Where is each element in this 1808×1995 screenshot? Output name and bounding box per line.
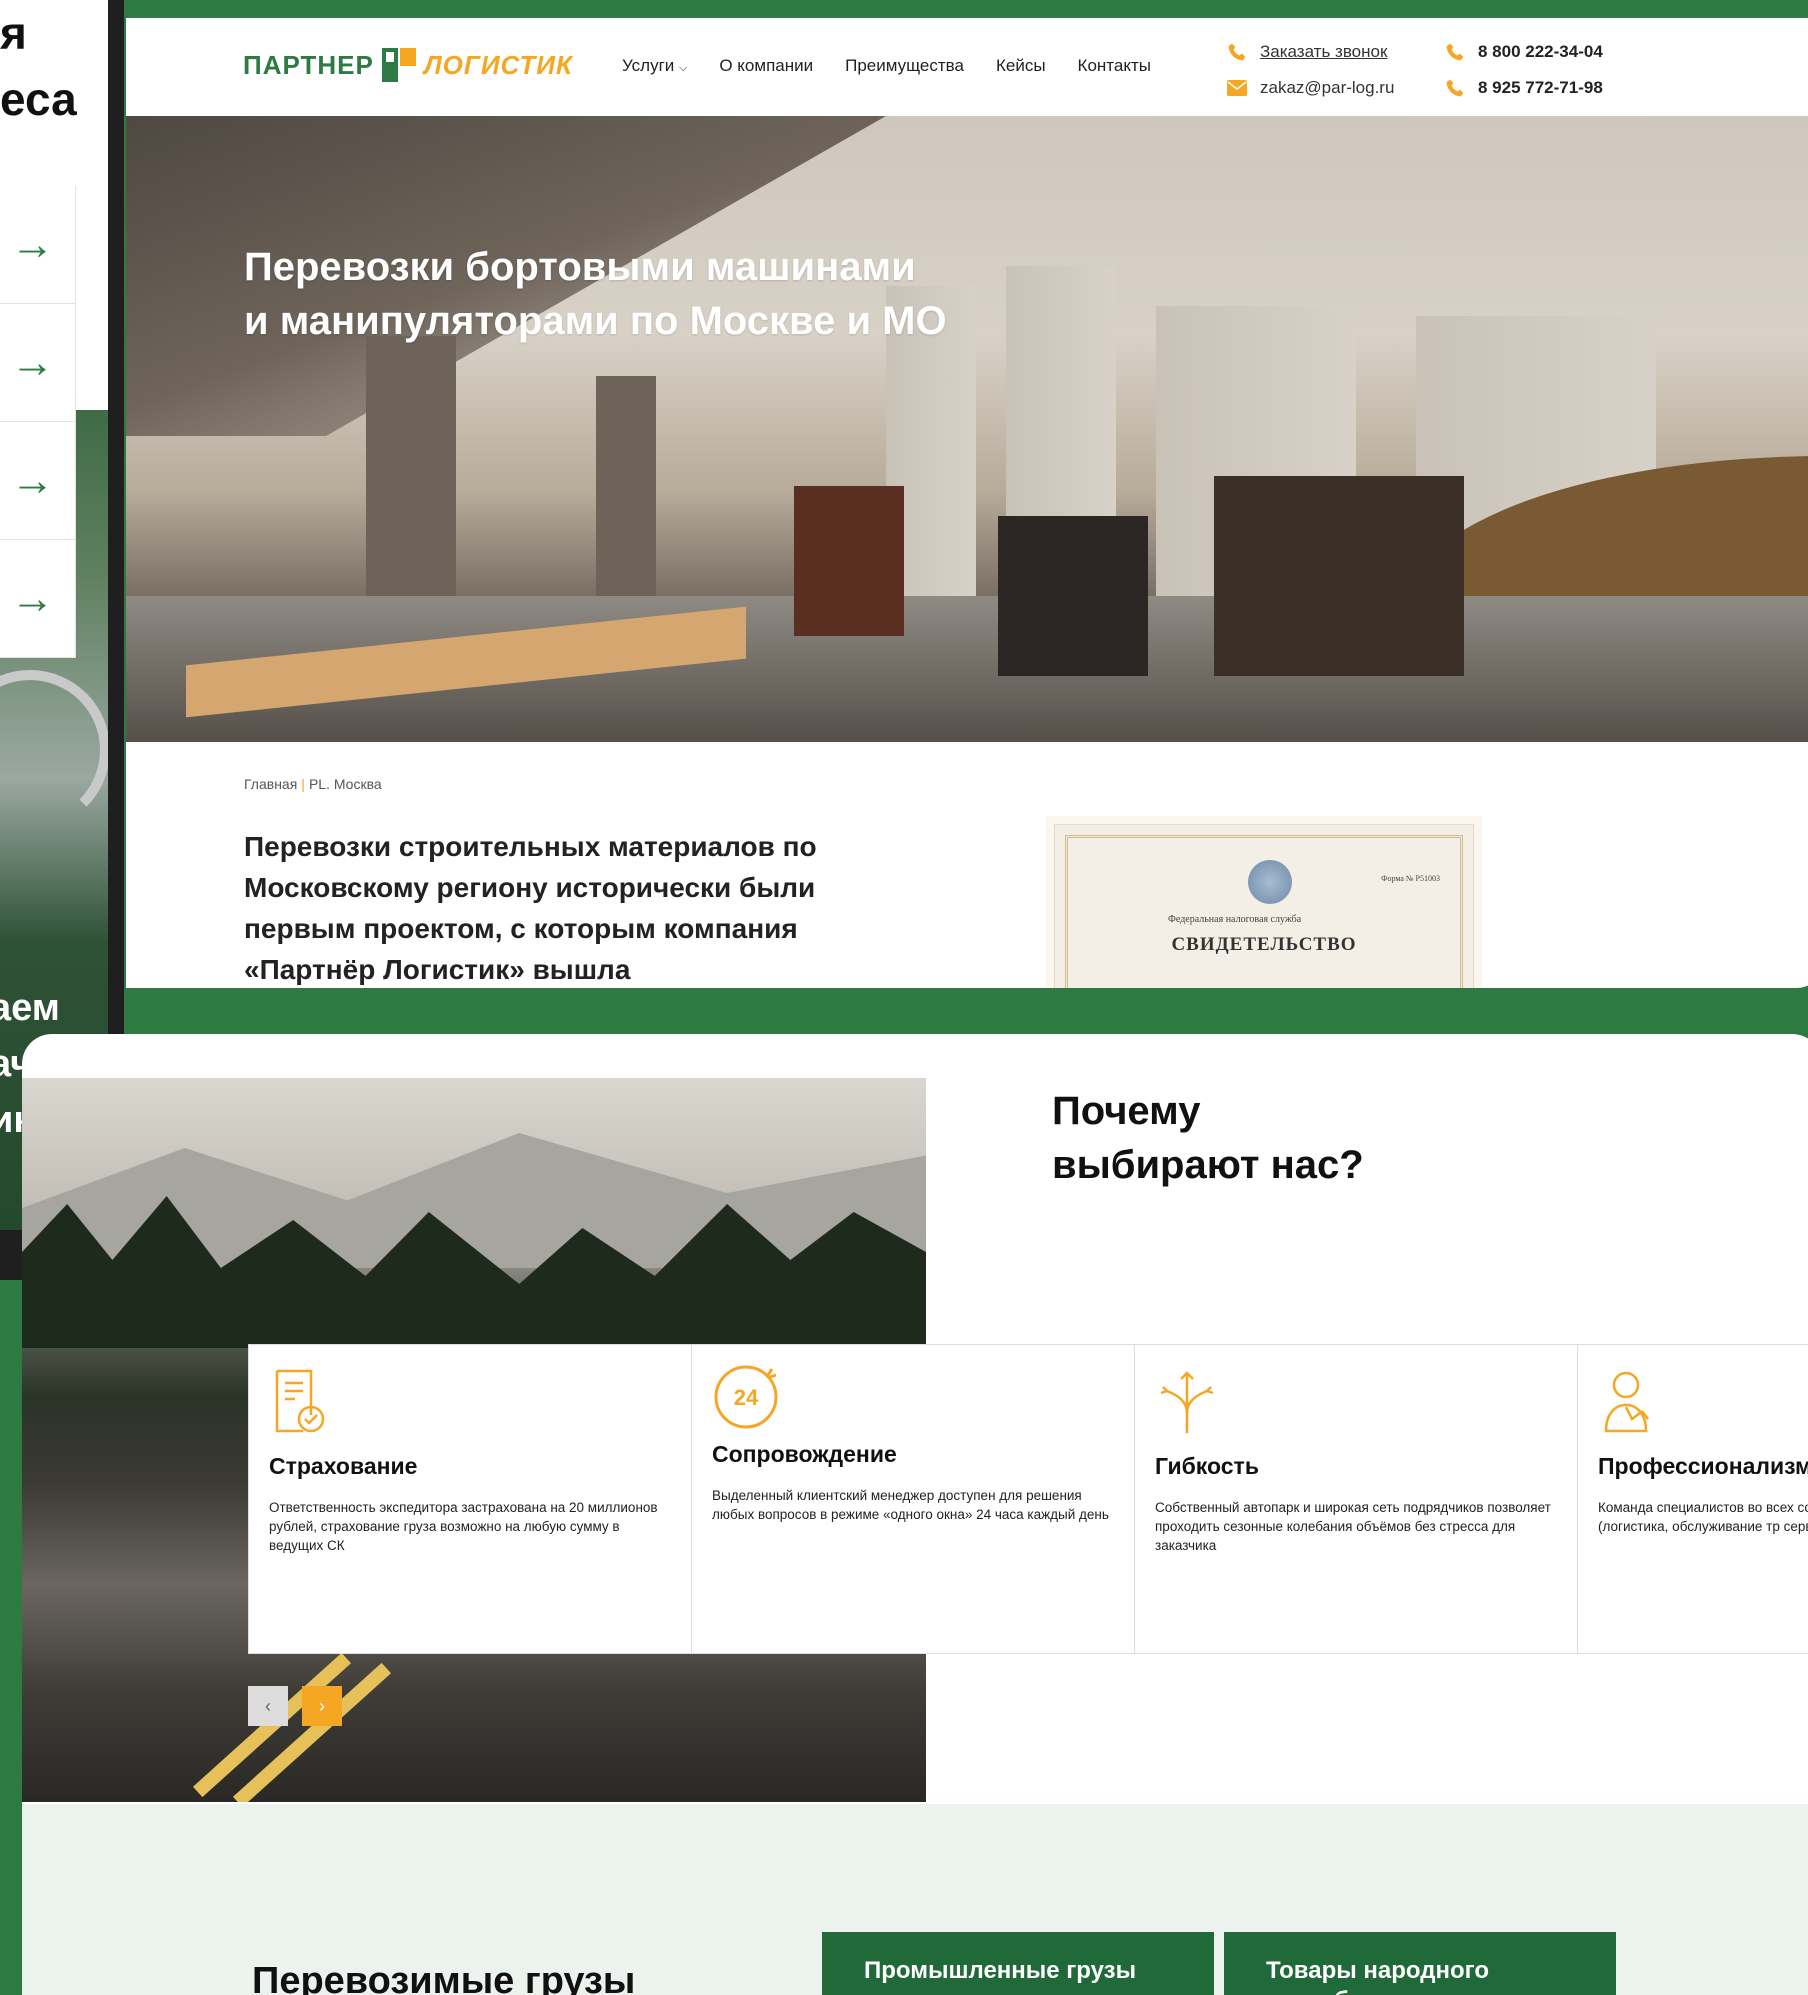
top-page-card: ПАРТНЕР ЛОГИСТИК Услуги ⌵ О компании Пре… bbox=[126, 18, 1808, 988]
cargo-title: Перевозимые грузы bbox=[252, 1960, 636, 1995]
phone-icon bbox=[1444, 77, 1466, 99]
feature-title: Сопровождение bbox=[712, 1441, 897, 1467]
feature-text: Ответственность экспедитора застрахована… bbox=[269, 1500, 658, 1553]
mail-icon bbox=[1226, 77, 1248, 99]
split-arrows-icon bbox=[1155, 1367, 1225, 1437]
features-slider: Страхование Ответственность экспедитора … bbox=[248, 1344, 1808, 1654]
arrow-right-icon[interactable]: → bbox=[0, 422, 76, 540]
certificate-title: СВИДЕТЕЛЬСТВО bbox=[1171, 934, 1357, 955]
cargo-section: Перевозимые грузы Промышленные грузы Тов… bbox=[22, 1804, 1808, 1995]
why-us-title: Почему выбирают нас? bbox=[1052, 1089, 1364, 1187]
left-heading: я еса bbox=[0, 7, 77, 125]
breadcrumb-current: PL. Москва bbox=[308, 776, 382, 792]
feature-title: Профессионализм bbox=[1598, 1453, 1808, 1479]
nav-item-services[interactable]: Услуги ⌵ bbox=[622, 56, 687, 76]
hero-banner: Перевозки бортовыми машинами и манипулят… bbox=[126, 116, 1808, 742]
emblem-icon bbox=[1248, 860, 1292, 904]
callback-link[interactable]: Заказать звонок bbox=[1260, 42, 1387, 62]
breadcrumb-separator: | bbox=[301, 776, 305, 792]
email-link[interactable]: zakaz@par-log.ru bbox=[1260, 78, 1394, 98]
certificate-org: Федеральная налоговая служба bbox=[1168, 914, 1302, 925]
site-header: ПАРТНЕР ЛОГИСТИК Услуги ⌵ О компании Пре… bbox=[126, 18, 1808, 116]
truck-3 bbox=[1214, 476, 1464, 676]
feature-title: Страхование bbox=[269, 1453, 418, 1479]
feature-card-flexibility: Гибкость Собственный автопарк и широкая … bbox=[1134, 1345, 1577, 1653]
specialist-icon bbox=[1598, 1367, 1668, 1437]
certificate-form-number: Форма № Р51003 bbox=[1381, 874, 1440, 883]
truck-2 bbox=[998, 516, 1148, 676]
header-contacts: Заказать звонок zakaz@par-log.ru bbox=[1226, 34, 1394, 106]
phone-number-2[interactable]: 8 925 772-71-98 bbox=[1478, 78, 1603, 98]
slider-prev-button[interactable]: ‹ bbox=[248, 1686, 288, 1726]
header-phones: 8 800 222-34-04 8 925 772-71-98 bbox=[1444, 34, 1603, 106]
phone-number-1[interactable]: 8 800 222-34-04 bbox=[1478, 42, 1603, 62]
certificate-image[interactable]: Форма № Р51003 Федеральная налоговая слу… bbox=[1054, 824, 1474, 988]
phone-icon bbox=[1444, 41, 1466, 63]
chevron-down-icon: ⌵ bbox=[679, 62, 688, 74]
nav-item-contacts[interactable]: Контакты bbox=[1078, 56, 1151, 76]
hero-title: Перевозки бортовыми машинами и манипулят… bbox=[244, 245, 947, 343]
slider-next-button[interactable]: › bbox=[302, 1686, 342, 1726]
breadcrumb: Главная | PL. Москва bbox=[244, 776, 382, 792]
logo-mark-icon bbox=[381, 48, 416, 82]
breadcrumb-home[interactable]: Главная bbox=[244, 776, 297, 792]
feature-text: Собственный автопарк и широкая сеть подр… bbox=[1155, 1500, 1551, 1553]
nav-item-advantages[interactable]: Преимущества bbox=[845, 56, 964, 76]
logo-word-logistic: ЛОГИСТИК bbox=[423, 49, 573, 80]
cargo-industrial-button[interactable]: Промышленные грузы bbox=[822, 1932, 1214, 1995]
feature-text: Команда специалистов во всех сопровождаю… bbox=[1598, 1500, 1808, 1534]
document-check-icon bbox=[269, 1367, 339, 1437]
svg-text:24: 24 bbox=[734, 1385, 759, 1410]
feature-card-support: 24 Сопровождение Выделенный клиентский м… bbox=[691, 1345, 1134, 1653]
feature-title: Гибкость bbox=[1155, 1453, 1259, 1479]
feature-card-insurance: Страхование Ответственность экспедитора … bbox=[248, 1345, 691, 1653]
left-arrow-list: → → → → bbox=[0, 186, 76, 658]
site-logo[interactable]: ПАРТНЕР ЛОГИСТИК bbox=[243, 48, 573, 82]
overpass-pillar bbox=[596, 376, 656, 606]
main-nav: Услуги ⌵ О компании Преимущества Кейсы К… bbox=[622, 56, 1151, 76]
arrow-right-icon[interactable]: → bbox=[0, 186, 76, 304]
why-us-card: Почему выбирают нас? Страхование Ответст… bbox=[22, 1034, 1808, 1995]
truck-1 bbox=[794, 486, 904, 636]
nav-item-about[interactable]: О компании bbox=[719, 56, 813, 76]
phone-icon bbox=[1226, 41, 1248, 63]
24-hours-icon: 24 bbox=[712, 1363, 782, 1433]
cargo-consumer-goods-button[interactable]: Товары народного потребления bbox=[1224, 1932, 1616, 1995]
logo-word-partner: ПАРТНЕР bbox=[243, 49, 374, 80]
intro-paragraph: Перевозки строительных материалов по Мос… bbox=[244, 831, 817, 985]
arrow-right-icon[interactable]: → bbox=[0, 304, 76, 422]
overpass-pillar bbox=[366, 336, 456, 616]
nav-item-cases[interactable]: Кейсы bbox=[996, 56, 1046, 76]
feature-card-professionalism: Профессионализм Команда специалистов во … bbox=[1577, 1345, 1808, 1653]
arrow-right-icon[interactable]: → bbox=[0, 540, 76, 658]
feature-text: Выделенный клиентский менеджер доступен … bbox=[712, 1488, 1109, 1522]
